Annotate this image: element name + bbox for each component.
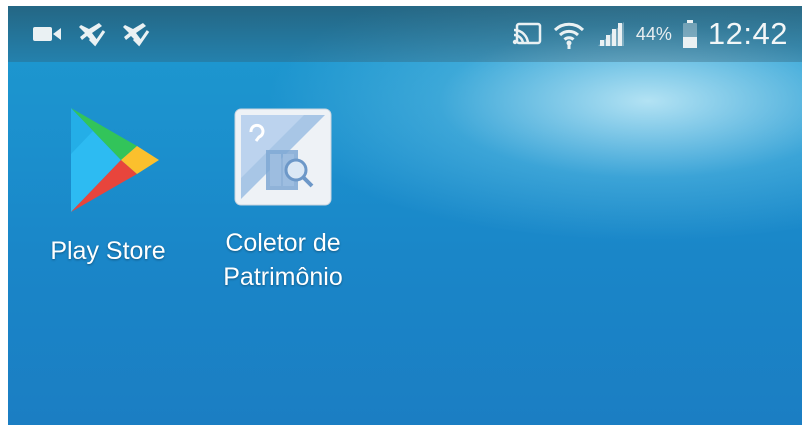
cast-icon (512, 22, 542, 46)
notification-icons (32, 20, 150, 48)
coletor-de-patrimonio-icon[interactable] (188, 108, 378, 206)
signal-icon (596, 20, 626, 48)
home-screen: 44% 12:42 Play Store Coletor de Patrimôn… (8, 6, 802, 425)
system-status-icons: 44% 12:42 (512, 14, 788, 54)
airplane-check-icon (122, 21, 150, 47)
video-camera-icon (32, 24, 62, 44)
clock: 12:42 (707, 16, 788, 51)
airplane-check-icon (78, 21, 106, 47)
play-store-icon[interactable] (13, 104, 203, 216)
app-label-coletor-de-patrimonio[interactable]: Coletor de Patrimônio (188, 226, 378, 294)
wifi-icon (552, 18, 586, 50)
app-play-store[interactable]: Play Store (13, 104, 203, 268)
app-coletor-de-patrimonio[interactable]: Coletor de Patrimônio (188, 108, 378, 294)
battery-percent: 44% (635, 23, 672, 44)
battery-icon (682, 19, 698, 49)
app-label-play-store[interactable]: Play Store (13, 234, 203, 268)
battery-fill (682, 37, 697, 48)
status-bar: 44% 12:42 (8, 6, 802, 62)
